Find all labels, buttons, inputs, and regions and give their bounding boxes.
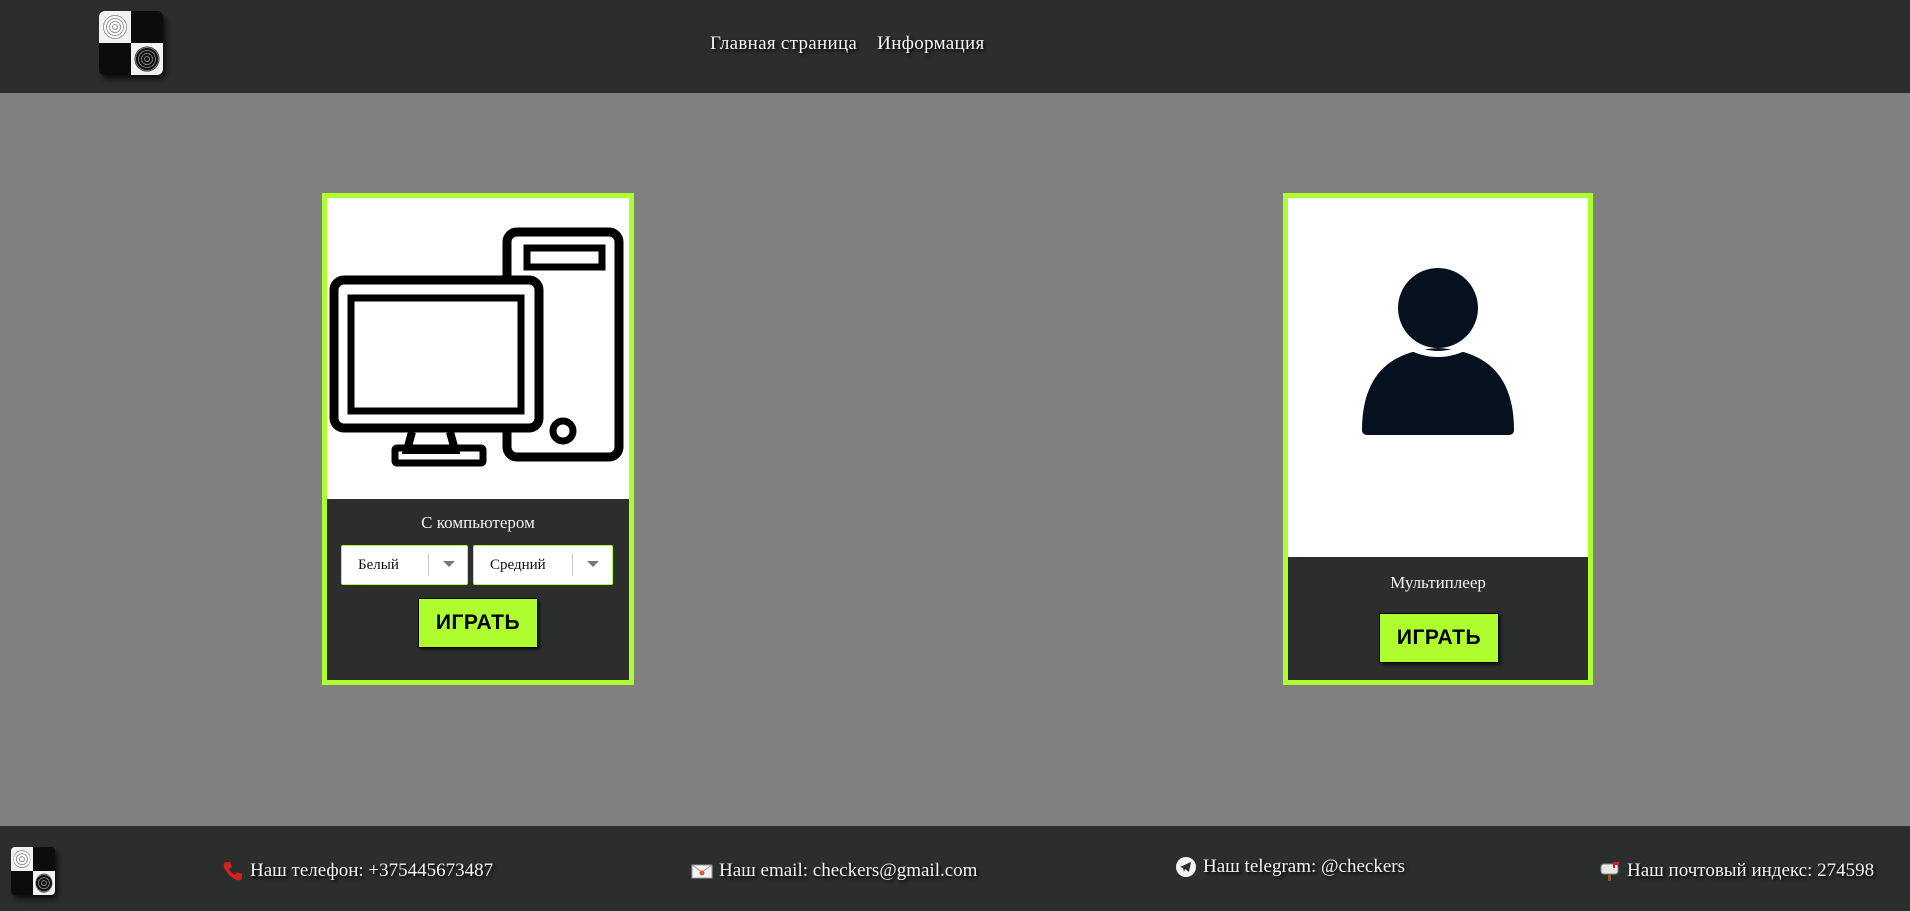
computer-mode-panel: С компьютером Белый Средний ИГРАТЬ (327, 499, 629, 680)
chevron-down-icon[interactable] (587, 561, 599, 567)
difficulty-select-value: Средний (490, 557, 546, 573)
checkers-logo-icon[interactable] (11, 847, 55, 895)
footer-email: Наш email: checkers@gmail.com (691, 860, 977, 882)
play-multiplayer-button[interactable]: ИГРАТЬ (1379, 613, 1499, 663)
site-header: Главная страница Информация (0, 0, 1910, 93)
mailbox-icon (1599, 860, 1621, 882)
footer-telegram: Наш telegram: @checkers (1175, 856, 1405, 878)
footer-phone-text: Наш телефон: +375445673487 (250, 860, 494, 881)
nav-link-info[interactable]: Информация (877, 33, 984, 55)
user-icon (1362, 268, 1514, 435)
computer-mode-image (327, 198, 629, 499)
footer-telegram-text: Наш telegram: @checkers (1203, 856, 1405, 877)
select-divider (428, 554, 429, 576)
multiplayer-mode-panel: Мультиплеер ИГРАТЬ (1288, 557, 1588, 680)
footer-postal-text: Наш почтовый индекс: 274598 (1627, 860, 1875, 881)
checkers-logo-icon[interactable] (99, 11, 163, 75)
computer-mode-card: С компьютером Белый Средний ИГРАТЬ (322, 193, 634, 685)
difficulty-select[interactable]: Средний (473, 545, 613, 585)
main-nav: Главная страница Информация (710, 33, 985, 55)
multiplayer-mode-image (1288, 198, 1588, 557)
computer-icon (329, 227, 624, 467)
select-divider (572, 554, 573, 576)
footer-email-text: Наш email: checkers@gmail.com (719, 860, 978, 881)
nav-link-home[interactable]: Главная страница (710, 33, 857, 55)
chevron-down-icon[interactable] (443, 561, 455, 567)
color-select[interactable]: Белый (341, 545, 468, 585)
card-title: С компьютером (421, 513, 535, 532)
play-computer-button[interactable]: ИГРАТЬ (418, 598, 538, 648)
telegram-icon (1175, 856, 1197, 878)
color-select-value: Белый (358, 557, 399, 573)
phone-icon (222, 860, 244, 882)
email-icon (691, 860, 713, 882)
card-title: Мультиплеер (1390, 573, 1486, 592)
footer-postal: Наш почтовый индекс: 274598 (1599, 860, 1874, 882)
footer-phone: Наш телефон: +375445673487 (222, 860, 493, 882)
multiplayer-mode-card: Мультиплеер ИГРАТЬ (1283, 193, 1593, 685)
